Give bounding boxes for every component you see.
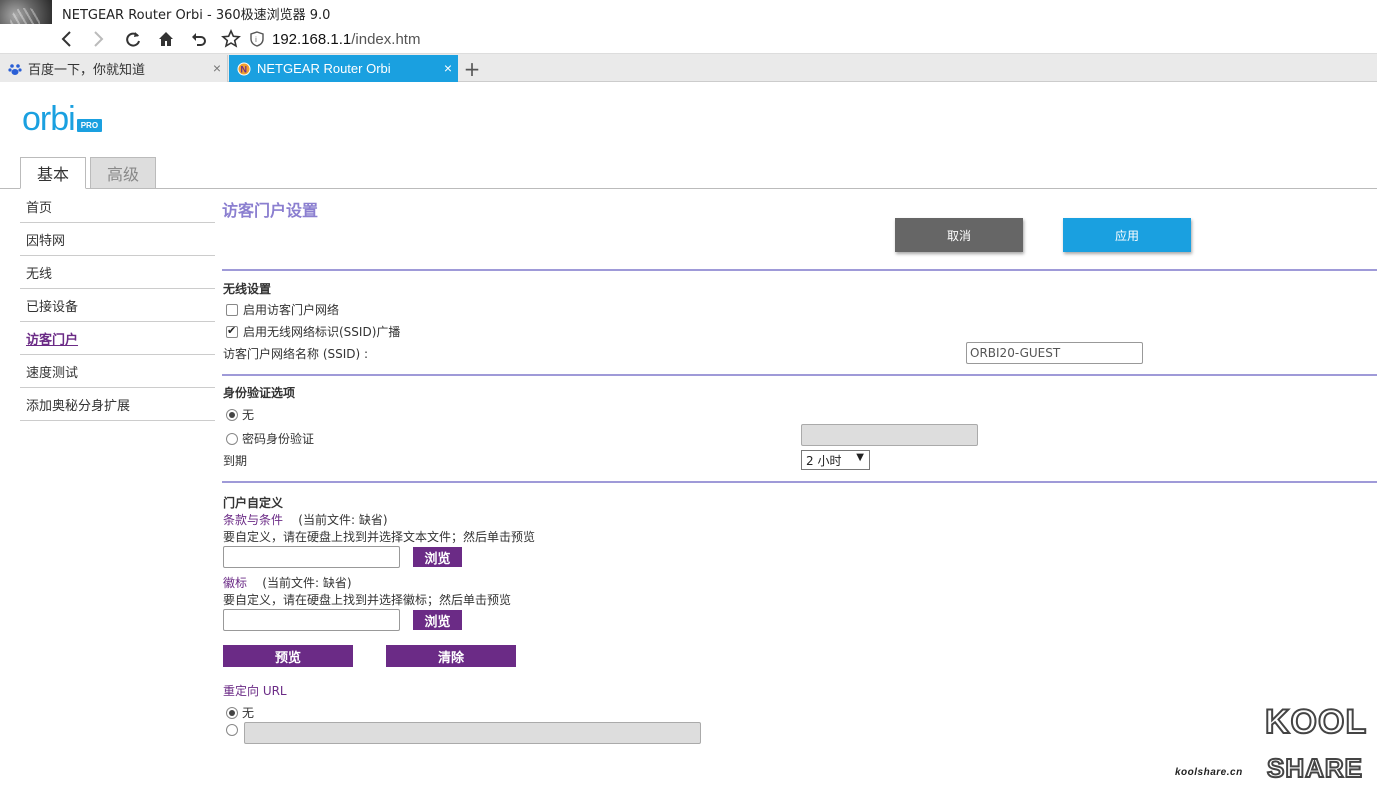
baidu-paw-icon — [8, 62, 22, 76]
window-title: NETGEAR Router Orbi - 360极速浏览器 9.0 — [62, 8, 331, 23]
clear-button[interactable]: 清除 — [386, 645, 516, 667]
url-host: 192.168.1.1 — [272, 30, 352, 48]
terms-hint: 要自定义，请在硬盘上找到并选择文本文件；然后单击预览 — [223, 530, 536, 544]
logo-file-label: 徽标 — [223, 576, 248, 590]
logo-pro-badge: PRO — [76, 119, 103, 132]
undo-icon[interactable] — [188, 28, 210, 50]
dropdown-arrow-icon: ▼ — [856, 452, 864, 463]
redirect-none-radio[interactable] — [226, 706, 238, 719]
refresh-icon[interactable] — [122, 28, 144, 50]
enable-guest-row: 启用访客门户网络 — [226, 301, 339, 318]
redirect-none-row: 无 — [226, 704, 254, 721]
section-divider — [222, 269, 1377, 271]
browser-tab-baidu[interactable]: 百度一下，你就知道 × — [0, 55, 228, 82]
section-divider — [222, 481, 1377, 483]
terms-row: 条款与条件 (当前文件: 缺省) — [223, 511, 388, 528]
auth-password-input[interactable] — [801, 424, 978, 446]
expire-dropdown[interactable]: 2 小时 ▼ — [801, 450, 870, 470]
url-path: /index.htm — [351, 30, 421, 48]
ssid-name-input[interactable] — [966, 342, 1143, 364]
sidebar-item-attached-devices[interactable]: 已接设备 — [20, 289, 215, 322]
sidebar-item-speed-test[interactable]: 速度测试 — [20, 355, 215, 388]
auth-none-radio[interactable] — [226, 408, 238, 421]
auth-password-label: 密码身份验证 — [242, 432, 315, 446]
logo-file-input[interactable] — [223, 609, 400, 631]
terms-label: 条款与条件 — [223, 513, 284, 527]
section-divider — [222, 374, 1377, 376]
sidebar-item-wireless[interactable]: 无线 — [20, 256, 215, 289]
auth-password-radio[interactable] — [226, 432, 238, 445]
auth-none-row: 无 — [226, 406, 254, 423]
sidebar-item-internet[interactable]: 因特网 — [20, 223, 215, 256]
enable-guest-checkbox[interactable] — [226, 303, 238, 316]
tab-title: 百度一下，你就知道 — [28, 62, 146, 77]
watermark-share: SHARE — [1266, 752, 1364, 784]
auth-none-label: 无 — [242, 408, 255, 422]
forward-icon[interactable] — [87, 28, 109, 50]
ssid-broadcast-row: 启用无线网络标识(SSID)广播 — [226, 323, 400, 340]
bookmark-star-icon[interactable] — [220, 28, 242, 50]
ssid-name-label: 访客门户网络名称 (SSID) : — [223, 347, 369, 361]
redirect-custom-row — [226, 724, 242, 736]
watermark-kool: KOOL — [1264, 702, 1368, 742]
tab-advanced[interactable]: 高级 — [90, 157, 156, 189]
tab-basic[interactable]: 基本 — [20, 157, 86, 189]
ssid-broadcast-checkbox[interactable] — [226, 324, 238, 338]
main-tabs: 基本 高级 — [0, 156, 1377, 189]
redirect-none-label: 无 — [242, 706, 255, 720]
logo-text: orbi — [22, 100, 76, 138]
logo-row: 徽标 (当前文件: 缺省) — [223, 574, 352, 591]
preview-button[interactable]: 预览 — [223, 645, 353, 667]
sidebar-item-home[interactable]: 首页 — [20, 190, 215, 223]
window-titlebar: NETGEAR Router Orbi - 360极速浏览器 9.0 — [0, 0, 1377, 24]
home-icon[interactable] — [155, 28, 177, 50]
terms-current-file: (当前文件: 缺省) — [298, 513, 388, 527]
auth-password-row: 密码身份验证 — [226, 430, 314, 447]
browser-toolbar: i 192.168.1.1/index.htm — [0, 24, 1377, 54]
sidebar-menu: 首页 因特网 无线 已接设备 访客门户 速度测试 添加奥秘分身扩展 — [20, 190, 215, 421]
svg-text:i: i — [255, 36, 257, 44]
watermark-site: koolshare.cn — [1175, 767, 1243, 778]
new-tab-button[interactable]: + — [460, 55, 484, 82]
expire-value: 2 小时 — [806, 453, 842, 468]
koolshare-watermark: KOOL koolshare.cn SHARE — [1175, 702, 1375, 793]
wireless-section-title: 无线设置 — [223, 282, 272, 296]
security-shield-icon: i — [250, 31, 264, 47]
auth-section-title: 身份验证选项 — [223, 386, 296, 400]
netgear-n-icon: N — [237, 62, 251, 76]
sidebar-item-add-satellite[interactable]: 添加奥秘分身扩展 — [20, 388, 215, 421]
redirect-custom-radio[interactable] — [226, 724, 238, 736]
sidebar-item-guest-portal[interactable]: 访客门户 — [20, 322, 215, 355]
ssid-broadcast-label: 启用无线网络标识(SSID)广播 — [243, 325, 401, 339]
redirect-url-input[interactable] — [244, 722, 701, 744]
logo-hint: 要自定义，请在硬盘上找到并选择徽标；然后单击预览 — [223, 593, 512, 607]
browser-tab-orbi[interactable]: N NETGEAR Router Orbi × — [229, 55, 458, 82]
back-icon[interactable] — [56, 28, 78, 50]
close-icon[interactable]: × — [213, 60, 221, 76]
redirect-url-label: 重定向 URL — [223, 684, 287, 698]
browser-tab-bar: 百度一下，你就知道 × N NETGEAR Router Orbi × + — [0, 54, 1377, 82]
logo-browse-button[interactable]: 浏览 — [413, 610, 462, 630]
expire-label: 到期 — [223, 454, 248, 468]
apply-button[interactable]: 应用 — [1063, 218, 1191, 252]
page-title: 访客门户设置 — [222, 201, 319, 220]
cancel-button[interactable]: 取消 — [895, 218, 1023, 252]
portal-section-title: 门户自定义 — [223, 496, 284, 510]
terms-file-input[interactable] — [223, 546, 400, 568]
close-icon[interactable]: × — [444, 60, 452, 76]
address-bar[interactable]: i 192.168.1.1/index.htm — [250, 28, 420, 50]
terms-browse-button[interactable]: 浏览 — [413, 547, 462, 567]
tab-title: NETGEAR Router Orbi — [257, 61, 391, 76]
enable-guest-label: 启用访客门户网络 — [243, 303, 340, 317]
logo-current-file: (当前文件: 缺省) — [262, 576, 352, 590]
svg-text:N: N — [241, 64, 248, 74]
orbi-logo: orbi PRO — [22, 100, 103, 138]
